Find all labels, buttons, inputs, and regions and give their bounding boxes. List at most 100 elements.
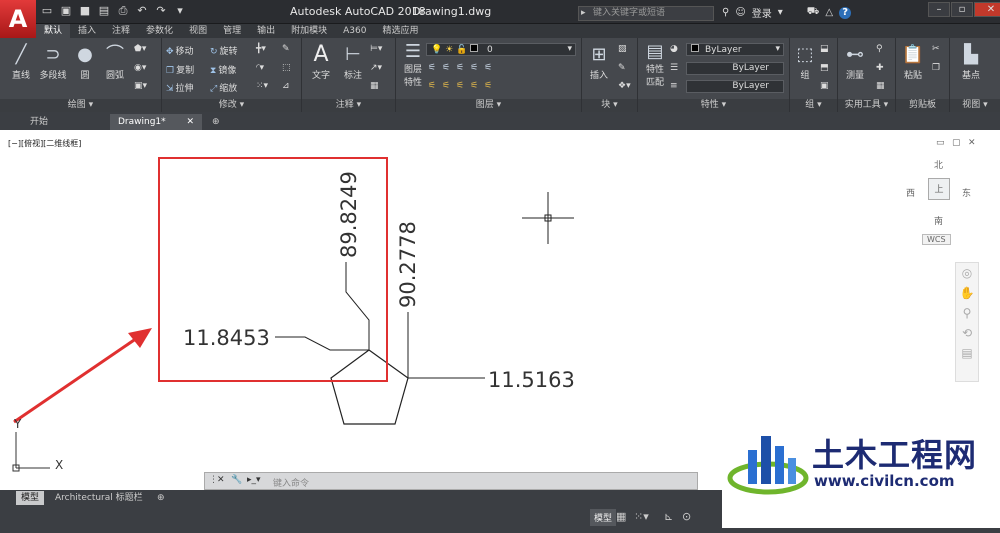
cmd-customize-icon[interactable]: 🔧 [231,475,242,485]
dimension-button[interactable]: ⊢ 标注 [338,42,368,81]
rectangle-icon[interactable]: ⬟▾ [134,44,146,54]
search-input[interactable]: ▸ 键入关键字或短语 [578,6,714,21]
linear-dim-icon[interactable]: ⊨▾ [370,44,382,54]
utilities-panel-title[interactable]: 实用工具 ▾ [838,99,895,112]
tab-addins[interactable]: 附加模块 [283,24,335,38]
block-attr-icon[interactable]: ❖▾ [618,81,631,91]
save-as-icon[interactable]: ▤ [97,4,111,18]
edit-block-icon[interactable]: ✎ [618,63,626,73]
point-coords-icon[interactable]: ✚ [876,63,884,73]
help-icon[interactable]: ? [839,6,852,19]
showmotion-icon[interactable]: ▤ [956,343,978,363]
cut-icon[interactable]: ✂ [932,44,940,54]
clipboard-panel-title[interactable]: 剪贴板 [896,99,949,112]
navigation-bar[interactable]: ◎ ✋ ⚲ ⟲ ▤ [955,262,979,382]
cube-top-face[interactable]: 上 [928,178,950,200]
match-properties-button[interactable]: ▤ 特性 匹配 [640,42,670,89]
polar-icon[interactable]: ⊙ [682,510,691,523]
layer-tools-row1[interactable]: ⚟⚟⚟⚟⚟ [428,63,498,73]
snap-icon[interactable]: ⁙▾ [634,510,649,523]
tab-a360[interactable]: A360 [335,24,374,38]
rotate-button[interactable]: ↻ 旋转 [210,44,238,57]
move-button[interactable]: ✥ 移动 [166,44,194,57]
tab-model[interactable]: 模型 [16,491,45,505]
save-icon[interactable]: ■ [78,4,92,18]
model-space-toggle[interactable]: 模型 [590,509,617,526]
trim-icon[interactable]: ╋▾ [256,44,266,54]
tab-drawing1[interactable]: Drawing1* ✕ [110,114,202,130]
line-button[interactable]: ╱ 直线 [6,42,36,81]
measure-button[interactable]: ⊷ 测量 [840,42,870,81]
base-view-button[interactable]: ▙ 基点 [956,42,986,81]
copy-clip-icon[interactable]: ❐ [932,63,940,73]
tab-output[interactable]: 输出 [249,24,283,38]
tab-annotate[interactable]: 注释 [104,24,138,38]
groups-panel-title[interactable]: 组 ▾ [790,99,837,112]
binoculars-icon[interactable]: ⚲ [722,7,729,18]
command-line[interactable]: ⋮ ✕ 🔧 ▸_▾ 键入命令 [204,472,698,490]
application-menu-button[interactable]: A [0,0,36,38]
command-input[interactable]: 键入命令 [273,476,309,489]
viewport-close-icon[interactable]: ✕ [968,138,976,148]
viewport-controls[interactable]: [−][俯视][二维线框] [8,138,81,149]
text-button[interactable]: A 文字 [306,42,336,81]
scale-button[interactable]: ⤢ 缩放 [210,81,237,94]
mirror-button[interactable]: ⧗ 镜像 [210,63,236,76]
zoom-icon[interactable]: ⚲ [956,303,978,323]
view-cube[interactable]: 北 西 东 上 南 WCS ▭ ▢ ✕ [900,138,980,248]
fillet-icon[interactable]: ◜▾ [256,63,264,73]
modify-panel-title[interactable]: 修改 ▾ [162,99,301,112]
tab-layout-architectural[interactable]: Architectural 标题栏 [50,491,148,505]
tab-start[interactable]: 开始 [22,114,108,130]
add-layout-button[interactable]: ⊕ [152,491,170,505]
layers-panel-title[interactable]: 图层 ▾ [396,99,581,112]
layer-dropdown[interactable]: 💡 ☀ 🔓 0 ▾ [426,43,576,56]
pan-icon[interactable]: ✋ [956,283,978,303]
tab-default[interactable]: 默认 [36,24,71,38]
tab-featured-apps[interactable]: 精选应用 [374,24,426,38]
customize-qat-icon[interactable]: ▾ [173,4,187,18]
group-select-icon[interactable]: ▣ [820,81,829,91]
print-icon[interactable]: ⎙ [116,4,130,18]
new-file-icon[interactable]: ▭ [40,4,54,18]
view-panel-title[interactable]: 视图 ▾ [950,99,1000,112]
tab-manage[interactable]: 管理 [215,24,249,38]
close-button[interactable]: ✕ [974,2,1000,17]
color-dropdown[interactable]: ByLayer ▾ [686,43,784,56]
paste-button[interactable]: 📋 粘贴 [898,42,928,81]
hatch-icon[interactable]: ◉▾ [134,63,146,73]
erase-icon[interactable]: ✎ [282,44,290,54]
orbit-icon[interactable]: ⟲ [956,323,978,343]
leader-icon[interactable]: ↗▾ [370,63,382,73]
block-panel-title[interactable]: 块 ▾ [582,99,637,112]
create-block-icon[interactable]: ▧ [618,44,627,54]
circle-button[interactable]: ● 圆 [70,42,100,81]
undo-icon[interactable]: ↶ [135,4,149,18]
offset-icon[interactable]: ⊿ [282,81,290,91]
group-button[interactable]: ⬚ 组 [790,42,820,81]
linetype-dropdown[interactable]: ByLayer [686,62,784,75]
draw-panel-title[interactable]: 绘图 ▾ [0,99,161,112]
viewport-min-icon[interactable]: ▭ [936,138,945,148]
arc-button[interactable]: ⌒ 圆弧 [100,42,130,81]
maximize-button[interactable]: ▫ [951,2,973,17]
layer-properties-button[interactable]: ☰ 图层 特性 [398,42,428,89]
layer-tools-row2[interactable]: ⚟⚟⚟⚟⚟ [428,81,498,91]
viewport-restore-icon[interactable]: ▢ [952,138,961,148]
minimize-button[interactable]: – [928,2,950,17]
copy-button[interactable]: ❐ 复制 [166,63,194,76]
annotation-panel-title[interactable]: 注释 ▾ [302,99,395,112]
insert-block-button[interactable]: ⊞ 插入 [584,42,614,81]
cart-icon[interactable]: ⛟ [807,6,820,19]
close-tab-icon[interactable]: ✕ [186,114,194,130]
calculator-icon[interactable]: ▦ [876,81,885,91]
wcs-menu[interactable]: WCS [922,234,951,245]
chevron-down-icon[interactable]: ▾ [778,7,783,18]
redo-icon[interactable]: ↷ [154,4,168,18]
polyline-button[interactable]: ⊃ 多段线 [36,42,70,81]
lineweight-dropdown[interactable]: ByLayer [686,80,784,93]
tab-parametric[interactable]: 参数化 [138,24,181,38]
properties-panel-title[interactable]: 特性 ▾ [638,99,789,112]
cmd-close-icon[interactable]: ✕ [217,475,225,485]
new-tab-button[interactable]: ⊕ [204,114,224,130]
